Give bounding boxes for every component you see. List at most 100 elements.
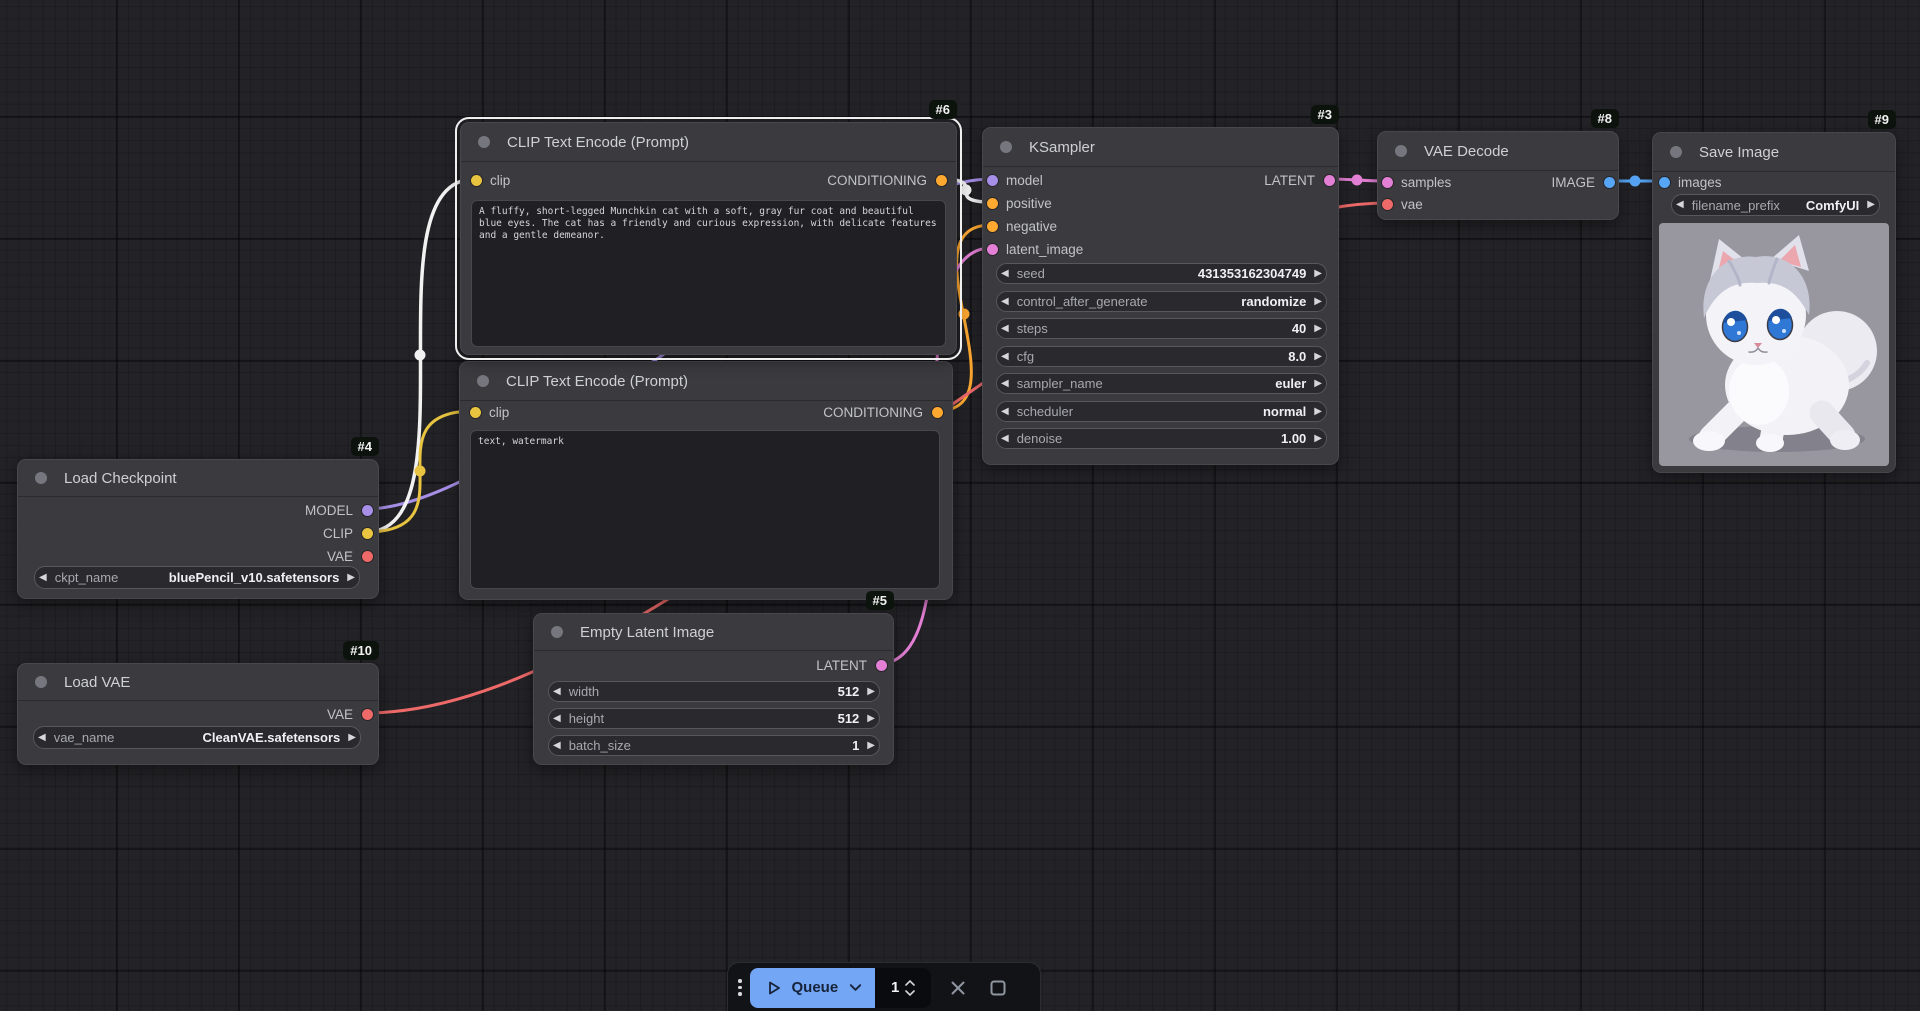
node-clip-encode-positive[interactable]: #6CLIP Text Encode (Prompt)clipCONDITION… <box>460 122 957 355</box>
widget-steps[interactable]: ◀steps40▶ <box>996 318 1327 339</box>
input-port-latent_image[interactable]: latent_image <box>983 240 1083 258</box>
widget-height[interactable]: ◀height512▶ <box>548 708 880 729</box>
input-dot-samples[interactable] <box>1382 177 1393 188</box>
collapse-dot-icon[interactable] <box>35 472 47 484</box>
widget-decrement-arrow-icon[interactable]: ◀ <box>1672 200 1688 210</box>
collapse-dot-icon[interactable] <box>1395 145 1407 157</box>
widget-increment-arrow-icon[interactable]: ▶ <box>1310 297 1326 307</box>
output-port-IMAGE[interactable]: IMAGE <box>1551 173 1618 191</box>
widget-increment-arrow-icon[interactable]: ▶ <box>343 573 359 583</box>
widget-decrement-arrow-icon[interactable]: ◀ <box>997 434 1013 444</box>
widget-decrement-arrow-icon[interactable]: ◀ <box>549 714 565 724</box>
output-dot-LATENT[interactable] <box>1324 175 1335 186</box>
widget-value[interactable]: CleanVAE.safetensors <box>203 730 341 745</box>
widget-increment-arrow-icon[interactable]: ▶ <box>1310 269 1326 279</box>
widget-decrement-arrow-icon[interactable]: ◀ <box>997 352 1013 362</box>
widget-increment-arrow-icon[interactable]: ▶ <box>1310 324 1326 334</box>
output-dot-VAE[interactable] <box>362 551 373 562</box>
input-dot-clip[interactable] <box>470 407 481 418</box>
widget-value[interactable]: 512 <box>838 684 860 699</box>
node-load-checkpoint[interactable]: #4Load CheckpointMODELCLIPVAE◀ckpt_nameb… <box>17 459 379 599</box>
output-dot-CLIP[interactable] <box>362 528 373 539</box>
output-dot-VAE[interactable] <box>362 709 373 720</box>
output-port-CLIP[interactable]: CLIP <box>323 524 378 542</box>
widget-seed[interactable]: ◀seed431353162304749▶ <box>996 263 1327 284</box>
queue-button[interactable]: Queue <box>750 968 876 1008</box>
node-load-vae[interactable]: #10Load VAEVAE◀vae_nameCleanVAE.safetens… <box>17 663 379 765</box>
widget-value[interactable]: euler <box>1275 376 1306 391</box>
graph-canvas[interactable]: #4Load CheckpointMODELCLIPVAE◀ckpt_nameb… <box>0 0 1920 1011</box>
widget-value[interactable]: 40 <box>1292 321 1306 336</box>
widget-increment-arrow-icon[interactable]: ▶ <box>1310 434 1326 444</box>
widget-cfg[interactable]: ◀cfg8.0▶ <box>996 346 1327 367</box>
widget-decrement-arrow-icon[interactable]: ◀ <box>997 297 1013 307</box>
widget-decrement-arrow-icon[interactable]: ◀ <box>549 687 565 697</box>
output-port-CONDITIONING[interactable]: CONDITIONING <box>823 403 952 421</box>
widget-increment-arrow-icon[interactable]: ▶ <box>1310 379 1326 389</box>
widget-decrement-arrow-icon[interactable]: ◀ <box>997 269 1013 279</box>
output-dot-CONDITIONING[interactable] <box>932 407 943 418</box>
input-dot-images[interactable] <box>1659 177 1670 188</box>
input-dot-positive[interactable] <box>987 198 998 209</box>
widget-increment-arrow-icon[interactable]: ▶ <box>863 687 879 697</box>
collapse-dot-icon[interactable] <box>1670 146 1682 158</box>
output-port-MODEL[interactable]: MODEL <box>305 501 378 519</box>
node-titlebar[interactable]: Save Image <box>1653 133 1895 172</box>
widget-batch_size[interactable]: ◀batch_size1▶ <box>548 735 880 756</box>
output-port-LATENT[interactable]: LATENT <box>816 656 893 674</box>
widget-increment-arrow-icon[interactable]: ▶ <box>863 741 879 751</box>
widget-control_after_generate[interactable]: ◀control_after_generaterandomize▶ <box>996 291 1327 312</box>
batch-count-field[interactable]: 1 <box>875 968 931 1008</box>
node-titlebar[interactable]: KSampler <box>983 128 1338 167</box>
toolbar-drag-handle-icon[interactable] <box>738 979 742 996</box>
batch-count-value[interactable]: 1 <box>891 979 899 996</box>
input-port-images[interactable]: images <box>1653 173 1722 191</box>
widget-value[interactable]: ComfyUI <box>1806 198 1859 213</box>
output-port-VAE[interactable]: VAE <box>327 705 378 723</box>
collapse-dot-icon[interactable] <box>1000 141 1012 153</box>
interrupt-button[interactable] <box>985 975 1011 1001</box>
output-dot-IMAGE[interactable] <box>1604 177 1615 188</box>
widget-value[interactable]: 1.00 <box>1281 431 1306 446</box>
widget-denoise[interactable]: ◀denoise1.00▶ <box>996 428 1327 449</box>
input-port-clip[interactable]: clip <box>460 403 509 421</box>
input-dot-clip[interactable] <box>471 175 482 186</box>
collapse-dot-icon[interactable] <box>477 375 489 387</box>
output-port-VAE[interactable]: VAE <box>327 547 378 565</box>
widget-increment-arrow-icon[interactable]: ▶ <box>1310 352 1326 362</box>
widget-width[interactable]: ◀width512▶ <box>548 681 880 702</box>
collapse-dot-icon[interactable] <box>35 676 47 688</box>
widget-value[interactable]: randomize <box>1241 294 1306 309</box>
node-empty-latent[interactable]: #5Empty Latent ImageLATENT◀width512▶◀hei… <box>533 613 894 765</box>
node-save-image[interactable]: #9Save Imageimages◀filename_prefixComfyU… <box>1652 132 1896 473</box>
widget-increment-arrow-icon[interactable]: ▶ <box>344 733 360 743</box>
output-dot-MODEL[interactable] <box>362 505 373 516</box>
widget-value[interactable]: normal <box>1263 404 1306 419</box>
widget-decrement-arrow-icon[interactable]: ◀ <box>997 379 1013 389</box>
node-clip-encode-negative[interactable]: CLIP Text Encode (Prompt) clip CONDITIONIN… <box>459 361 953 600</box>
input-dot-negative[interactable] <box>987 221 998 232</box>
node-titlebar[interactable]: CLIP Text Encode (Prompt) <box>460 362 952 401</box>
collapse-dot-icon[interactable] <box>551 626 563 638</box>
prompt-textarea[interactable]: text, watermark <box>470 430 940 589</box>
node-vae-decode[interactable]: #8VAE DecodesamplesvaeIMAGE <box>1377 131 1619 220</box>
input-port-positive[interactable]: positive <box>983 194 1052 212</box>
input-dot-vae[interactable] <box>1382 199 1393 210</box>
widget-value[interactable]: 431353162304749 <box>1198 266 1306 281</box>
widget-ckpt_name[interactable]: ◀ckpt_namebluePencil_v10.safetensors▶ <box>34 566 360 589</box>
clear-queue-button[interactable] <box>945 975 971 1001</box>
prompt-textarea[interactable]: A fluffy, short-legged Munchkin cat with… <box>471 200 946 347</box>
node-titlebar[interactable]: Empty Latent Image <box>534 614 893 651</box>
stepper-up-icon[interactable] <box>905 980 915 986</box>
node-titlebar[interactable]: CLIP Text Encode (Prompt) <box>461 123 956 162</box>
widget-decrement-arrow-icon[interactable]: ◀ <box>549 741 565 751</box>
widget-filename_prefix[interactable]: ◀filename_prefixComfyUI▶ <box>1671 194 1880 216</box>
widget-increment-arrow-icon[interactable]: ▶ <box>1310 407 1326 417</box>
node-ksampler[interactable]: #3KSamplermodelpositivenegativelatent_im… <box>982 127 1339 465</box>
node-titlebar[interactable]: VAE Decode <box>1378 132 1618 171</box>
widget-increment-arrow-icon[interactable]: ▶ <box>863 714 879 724</box>
widget-decrement-arrow-icon[interactable]: ◀ <box>997 407 1013 417</box>
input-port-samples[interactable]: samples <box>1378 173 1451 191</box>
node-titlebar[interactable]: Load Checkpoint <box>18 460 378 497</box>
input-port-vae[interactable]: vae <box>1378 195 1423 213</box>
